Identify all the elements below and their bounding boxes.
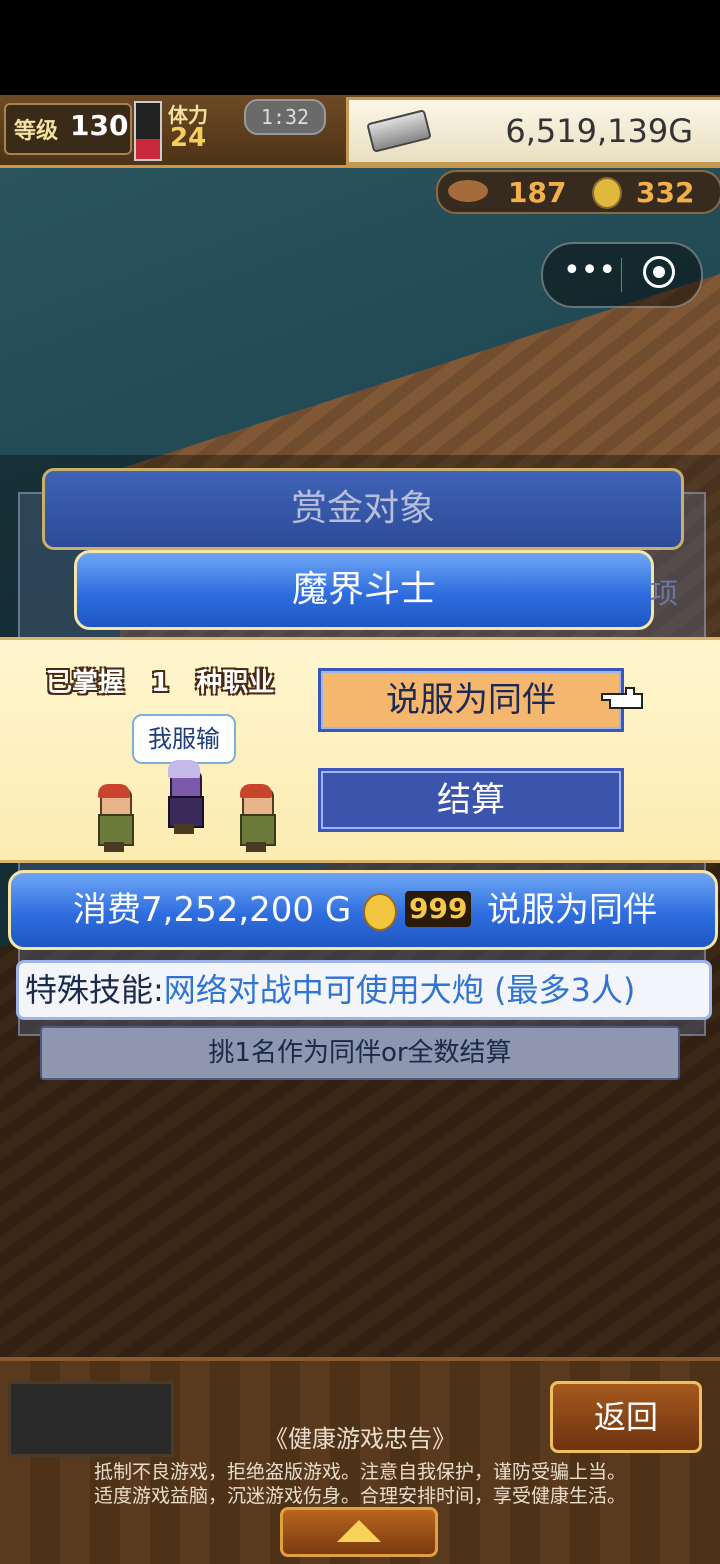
coin-icon xyxy=(363,893,397,931)
adventurer-sprite-left xyxy=(90,784,138,852)
hint-bar: 挑1名作为同伴or全数结算 xyxy=(40,1026,680,1080)
stamina-value: 24 xyxy=(170,123,207,153)
resource-2-value: 332 xyxy=(636,176,695,209)
action-band: 已掌握 1 种职业 我服输 说服为同伴 结算 xyxy=(0,637,720,863)
settle-button[interactable]: 结算 xyxy=(318,768,624,832)
level-value: 130 xyxy=(70,109,129,142)
timer: 1:32 xyxy=(244,99,326,135)
target-close-icon[interactable] xyxy=(643,256,675,288)
miniprogram-capsule: ••• xyxy=(541,242,703,308)
cost-text: 消费7,252,200 G xyxy=(73,890,352,930)
mastered-count: 1 xyxy=(151,668,170,698)
hp-bar xyxy=(134,101,162,161)
food-icon xyxy=(448,180,488,202)
expand-button[interactable] xyxy=(280,1507,438,1557)
recruit-button[interactable]: 说服为同伴 xyxy=(318,668,624,732)
speech-bubble: 我服输 xyxy=(132,714,236,764)
advisory-title: 《健康游戏忠告》 xyxy=(264,1425,456,1453)
bottom-bar: 返回 《健康游戏忠告》 抵制不良游戏，拒绝盗版游戏。注意自我保护，谨防受骗上当。… xyxy=(0,1357,720,1564)
bounty-title: 赏金对象 xyxy=(42,468,684,550)
resource-1-value: 187 xyxy=(508,176,567,209)
mastered-unit: 种职业 xyxy=(196,668,275,698)
top-hud: 等级 130 体力 24 1:32 6,519,139G xyxy=(0,95,720,168)
recruit-cost-bar[interactable]: 消费7,252,200 G 999 说服为同伴 xyxy=(8,870,718,950)
gold-bar-icon xyxy=(366,109,432,153)
job-name: 魔界斗士 xyxy=(74,550,654,630)
level-box: 等级 130 xyxy=(4,103,132,155)
special-skill: 特殊技能:网络对战中可使用大炮 (最多3人) xyxy=(16,960,712,1020)
mastered-jobs: 已掌握 1 种职业 xyxy=(46,662,292,698)
chevron-up-icon xyxy=(337,1520,381,1542)
resource-bar: 187 332 xyxy=(436,170,720,214)
cost-action-label: 说服为同伴 xyxy=(487,890,657,930)
mastered-label: 已掌握 xyxy=(46,668,125,698)
demon-fighter-sprite xyxy=(160,760,208,834)
skill-value: 网络对战中可使用大炮 (最多3人) xyxy=(163,971,636,1009)
coin-icon xyxy=(592,177,622,209)
pointing-hand-icon xyxy=(601,687,643,709)
gold-value: 6,519,139G xyxy=(505,112,693,150)
adventurer-sprite-right xyxy=(232,784,280,852)
hp-fill xyxy=(136,139,160,159)
gold-panel[interactable]: 6,519,139G xyxy=(346,97,720,165)
capsule-divider xyxy=(621,258,622,292)
faded-text: 项 xyxy=(650,577,679,610)
advisory-line-2: 适度游戏益脑，沉迷游戏伤身。合理安排时间，享受健康生活。 xyxy=(93,1485,626,1507)
skill-label: 特殊技能: xyxy=(25,971,164,1009)
coin-count: 999 xyxy=(405,891,472,927)
more-dots-icon[interactable]: ••• xyxy=(563,256,616,292)
level-label: 等级 xyxy=(14,119,59,144)
advisory-line-1: 抵制不良游戏，拒绝盗版游戏。注意自我保护，谨防受骗上当。 xyxy=(93,1461,626,1483)
